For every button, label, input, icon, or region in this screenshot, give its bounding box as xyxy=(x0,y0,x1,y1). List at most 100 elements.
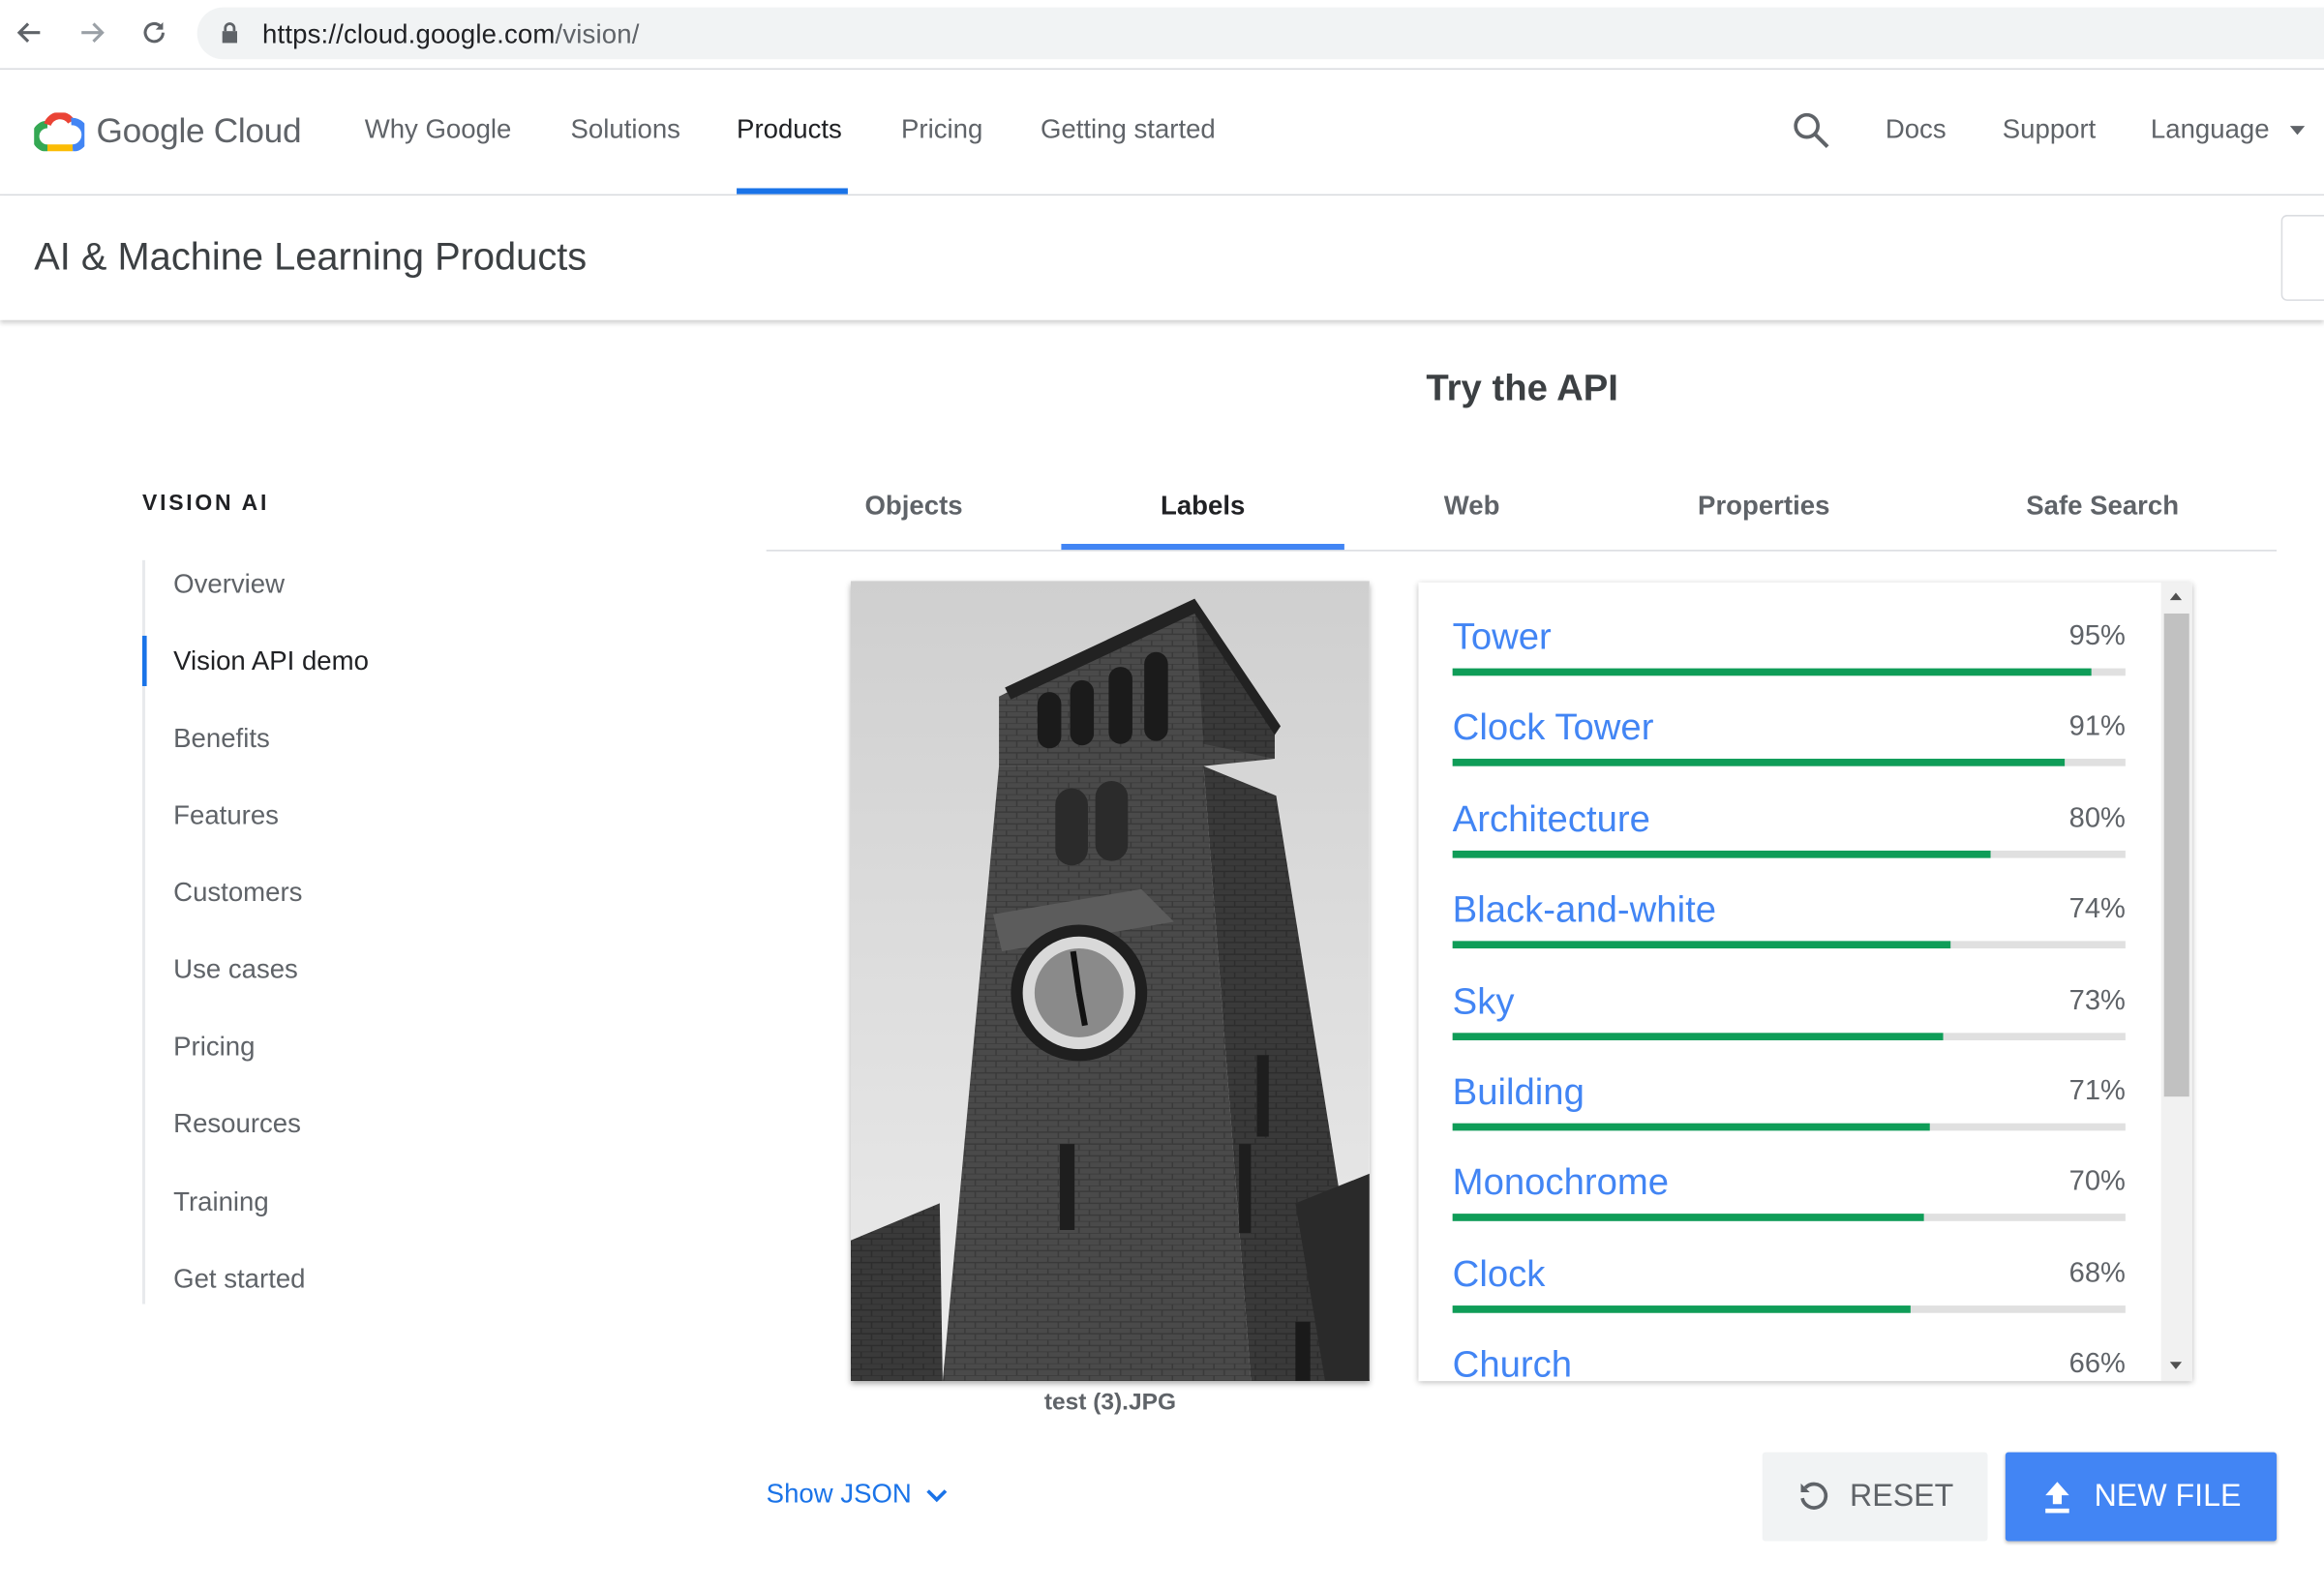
scroll-thumb[interactable] xyxy=(2163,613,2189,1097)
label-name[interactable]: Church xyxy=(1453,1344,1572,1381)
score-bar-fill xyxy=(1452,759,2066,767)
score-bar-fill xyxy=(1452,941,1951,949)
label-name[interactable]: Sky xyxy=(1453,980,1515,1023)
page: https://cloud.google.com/vision/ Google … xyxy=(0,0,2324,1590)
label-row: Sky 73% xyxy=(1452,980,2126,1070)
label-row: Architecture 80% xyxy=(1452,798,2126,888)
score-bar-track xyxy=(1452,759,2126,767)
tab-objects[interactable]: Objects xyxy=(767,491,1062,522)
back-button[interactable] xyxy=(9,12,50,53)
label-score: 70% xyxy=(2068,1166,2126,1198)
sidebar-item-training[interactable]: Training xyxy=(173,1187,269,1218)
reset-icon xyxy=(1800,1482,1828,1510)
sidebar-item-resources[interactable]: Resources xyxy=(173,1108,301,1139)
google-cloud-logo[interactable]: Google Cloud xyxy=(34,111,302,151)
product-header: AI & Machine Learning Products xyxy=(0,195,2324,320)
new-file-label: NEW FILE xyxy=(2094,1479,2242,1514)
label-name[interactable]: Architecture xyxy=(1453,798,1650,841)
sidebar-nav: Overview Vision API demo Benefits Featur… xyxy=(142,559,516,1305)
label-row: Church 66% xyxy=(1453,1344,2126,1381)
section-title: Try the API xyxy=(1426,367,1618,409)
label-name[interactable]: Building xyxy=(1453,1071,1585,1114)
scroll-up-icon[interactable] xyxy=(2169,592,2183,601)
score-bar-track xyxy=(1452,668,2126,676)
address-bar[interactable]: https://cloud.google.com/vision/ xyxy=(196,7,2324,60)
score-bar-track xyxy=(1452,850,2126,858)
url-path: /vision/ xyxy=(555,18,640,49)
arrow-left-icon xyxy=(16,22,41,43)
nav-products[interactable]: Products xyxy=(737,114,842,145)
sidebar-item-overview[interactable]: Overview xyxy=(173,569,285,600)
label-name[interactable]: Clock Tower xyxy=(1453,707,1654,750)
label-score: 80% xyxy=(2068,802,2126,834)
chevron-down-icon xyxy=(926,1488,948,1502)
score-bar-track xyxy=(1452,941,2126,949)
upload-icon xyxy=(2045,1482,2069,1514)
show-json-toggle[interactable]: Show JSON xyxy=(767,1479,951,1510)
label-score: 95% xyxy=(2068,620,2126,652)
sidebar-heading: VISION AI xyxy=(142,490,270,516)
top-navigation: Google Cloud Why Google Solutions Produc… xyxy=(0,70,2324,196)
sidebar-item-customers[interactable]: Customers xyxy=(173,878,302,909)
score-bar-track xyxy=(1452,1214,2126,1222)
language-selector[interactable]: Language xyxy=(2151,114,2270,145)
image-caption: test (3).JPG xyxy=(1043,1390,1177,1416)
label-name[interactable]: Tower xyxy=(1453,616,1552,659)
nav-getting-started[interactable]: Getting started xyxy=(1041,114,1216,145)
sidebar-item-benefits[interactable]: Benefits xyxy=(173,723,270,754)
active-sidebar-indicator xyxy=(142,635,147,686)
label-row: Tower 95% xyxy=(1452,616,2126,706)
sidebar-item-use-cases[interactable]: Use cases xyxy=(173,954,298,985)
nav-solutions[interactable]: Solutions xyxy=(571,114,680,145)
label-name[interactable]: Monochrome xyxy=(1453,1162,1669,1205)
sidebar-item-pricing[interactable]: Pricing xyxy=(173,1032,255,1063)
label-score: 68% xyxy=(2068,1257,2126,1289)
sidebar-item-features[interactable]: Features xyxy=(173,800,279,831)
label-name[interactable]: Clock xyxy=(1453,1253,1546,1296)
result-tabs: Objects Labels Web Properties Safe Searc… xyxy=(766,477,2278,552)
sidebar-item-get-started[interactable]: Get started xyxy=(173,1264,305,1295)
new-file-button[interactable]: NEW FILE xyxy=(2005,1452,2278,1542)
score-bar-fill xyxy=(1452,850,1991,858)
arrow-right-icon xyxy=(81,22,105,43)
tab-properties[interactable]: Properties xyxy=(1599,491,1928,522)
url-host: https://cloud.google.com xyxy=(262,18,556,49)
label-name[interactable]: Black-and-white xyxy=(1453,889,1716,932)
nav-why-google[interactable]: Why Google xyxy=(365,114,512,145)
tab-web[interactable]: Web xyxy=(1344,491,1599,522)
uploaded-image xyxy=(850,581,1370,1382)
label-score: 73% xyxy=(2068,984,2126,1016)
show-json-label: Show JSON xyxy=(766,1479,912,1509)
header-action-box[interactable] xyxy=(2280,215,2324,301)
sidebar-item-vision-api-demo[interactable]: Vision API demo xyxy=(173,646,369,677)
score-bar-fill xyxy=(1452,668,2093,676)
active-nav-indicator xyxy=(737,188,848,195)
nav-pricing[interactable]: Pricing xyxy=(901,114,982,145)
label-row: Clock 68% xyxy=(1452,1253,2126,1343)
score-bar-fill xyxy=(1452,1305,1911,1313)
labels-results-panel[interactable]: Tower 95% Clock Tower 91% Architecture 80% Bla… xyxy=(1418,582,2192,1382)
browser-toolbar: https://cloud.google.com/vision/ xyxy=(0,0,2324,70)
nav-support[interactable]: Support xyxy=(2003,114,2097,145)
label-score: 66% xyxy=(2068,1348,2126,1380)
label-score: 91% xyxy=(2068,711,2126,743)
tab-safe-search[interactable]: Safe Search xyxy=(1928,491,2277,522)
reset-label: RESET xyxy=(1850,1479,1954,1514)
results-scrollbar[interactable] xyxy=(2160,582,2192,1382)
tab-labels[interactable]: Labels xyxy=(1061,491,1343,522)
search-icon[interactable] xyxy=(1792,111,1830,150)
lock-icon xyxy=(222,22,238,44)
label-score: 74% xyxy=(2068,893,2126,925)
label-row: Monochrome 70% xyxy=(1452,1162,2126,1252)
forward-button[interactable] xyxy=(72,12,113,53)
product-title: AI & Machine Learning Products xyxy=(34,233,588,279)
reset-button[interactable]: RESET xyxy=(1762,1452,1988,1542)
score-bar-fill xyxy=(1452,1214,1924,1222)
reload-icon xyxy=(143,21,165,44)
reload-button[interactable] xyxy=(134,12,175,53)
nav-docs[interactable]: Docs xyxy=(1886,114,1947,145)
active-tab-indicator xyxy=(1061,543,1344,551)
scroll-down-icon[interactable] xyxy=(2169,1362,2183,1369)
score-bar-track xyxy=(1452,1305,2126,1313)
url-text: https://cloud.google.com/vision/ xyxy=(262,19,640,50)
